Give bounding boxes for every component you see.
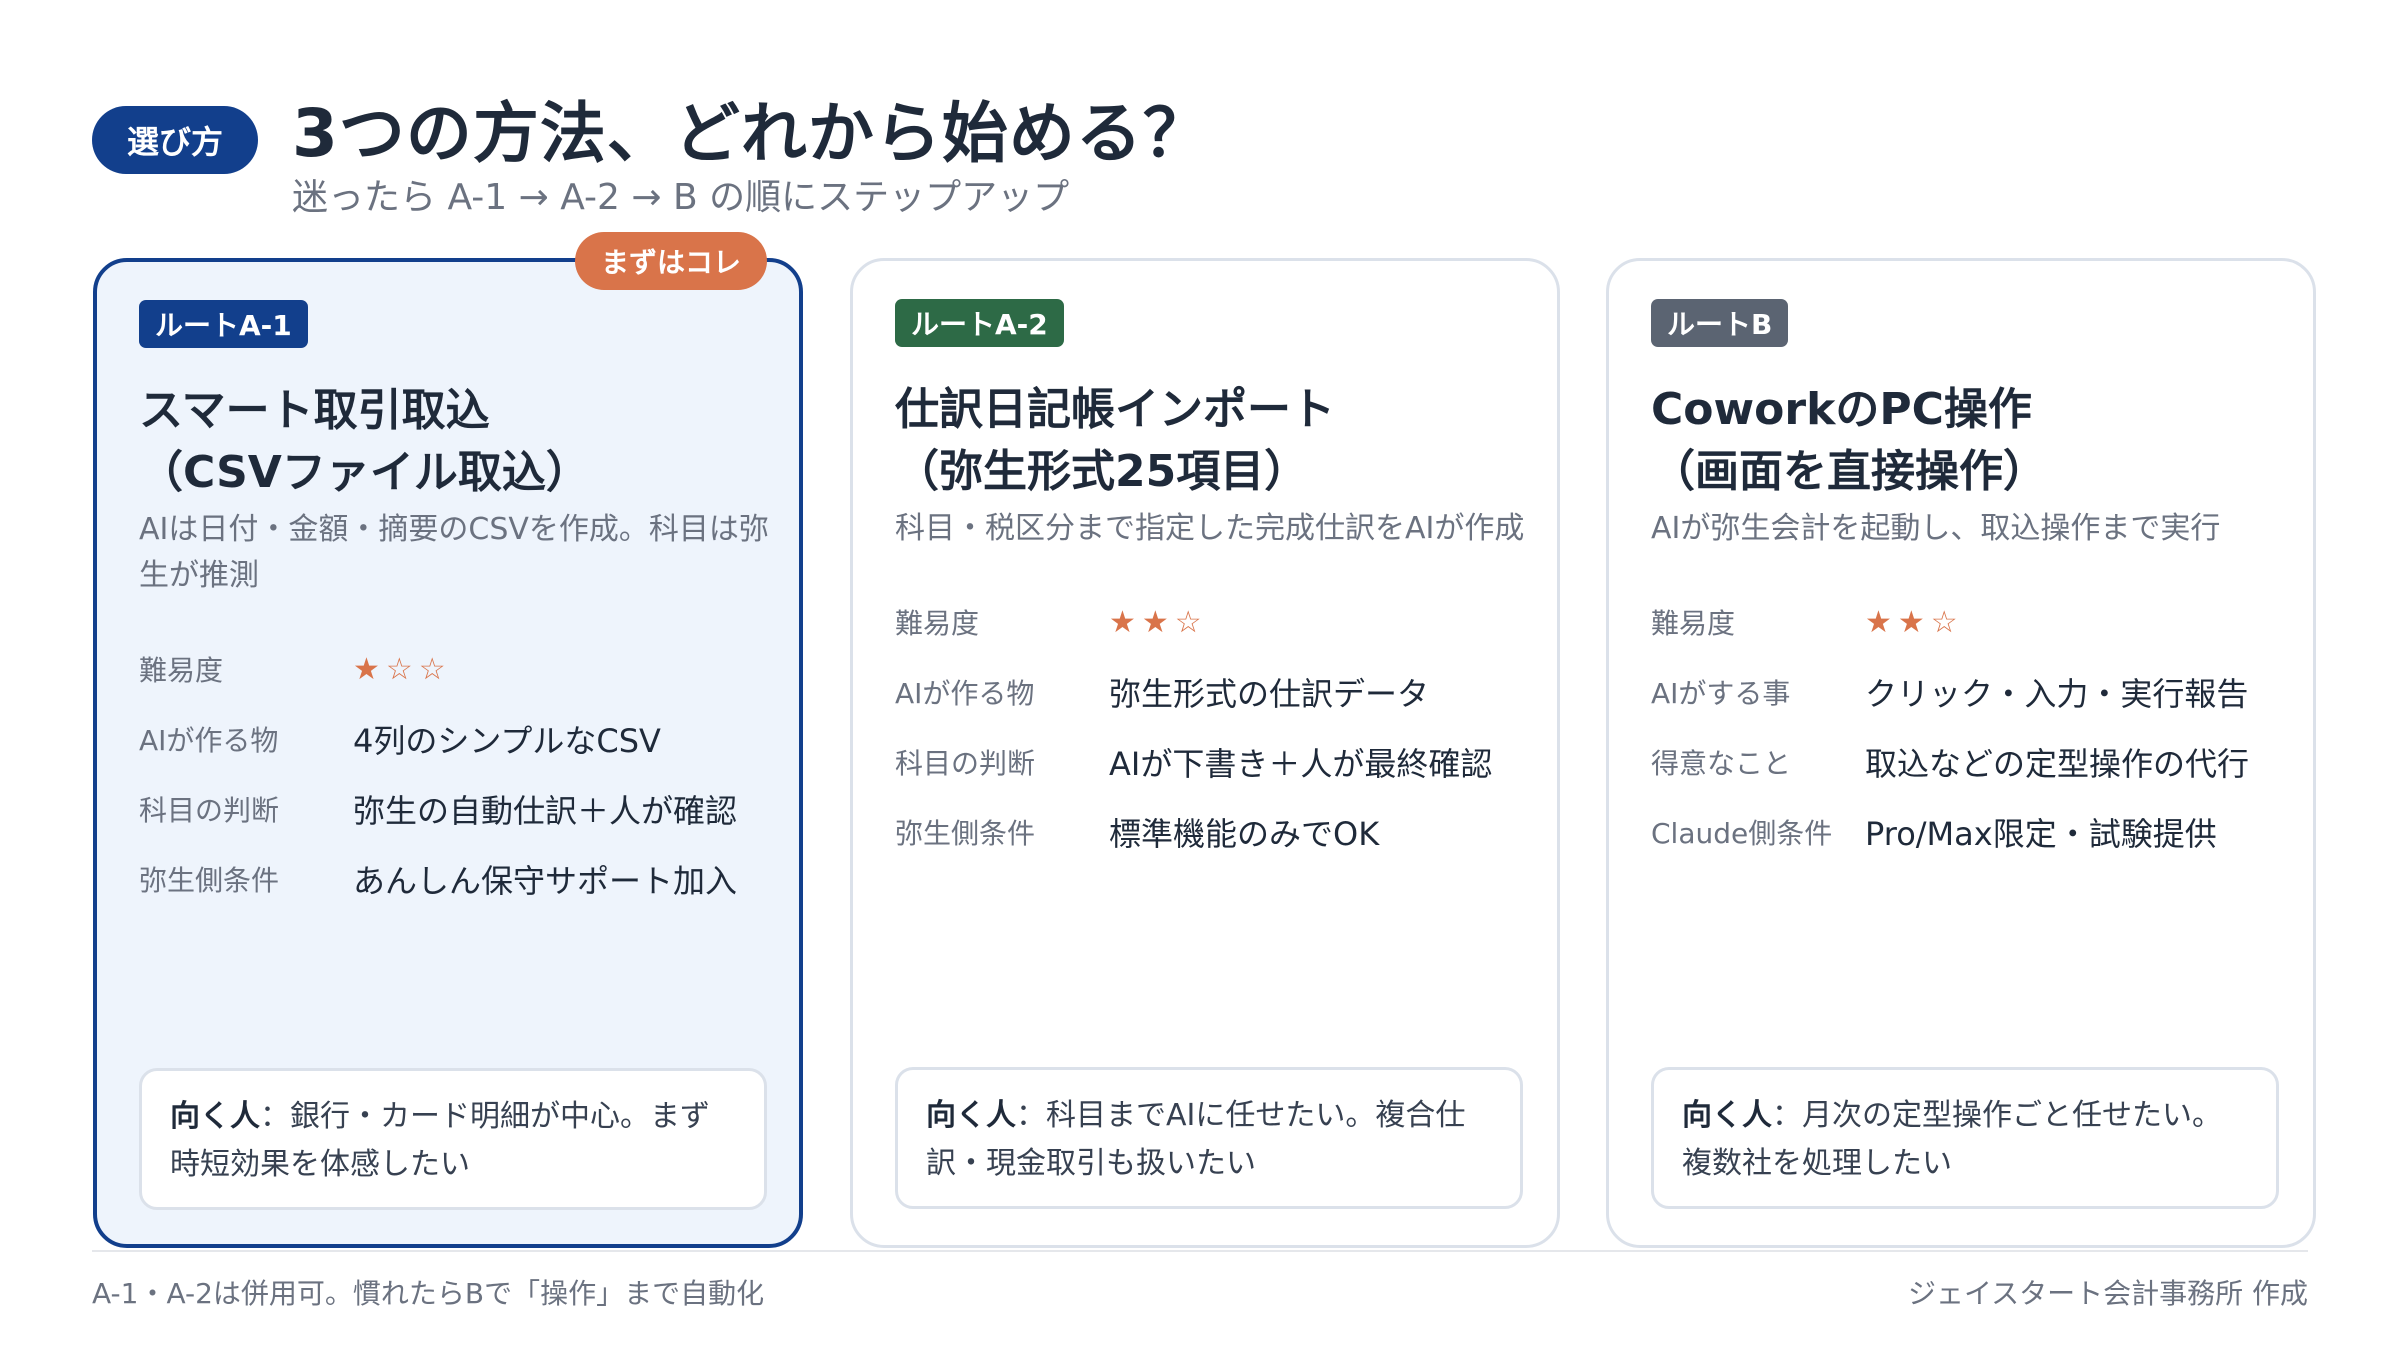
footer-divider [92,1250,2308,1252]
page-subtitle: 迷ったら A-1 → A-2 → B の順にステップアップ [292,177,1070,218]
attribute-label: 難易度 [139,654,224,687]
attribute-row: AIが作る物 4列のシンプルなCSV [139,704,779,774]
attribute-row: 科目の判断 弥生の自動仕訳＋人が確認 [139,774,779,844]
attribute-row: 科目の判断 AIが下書き＋人が最終確認 [895,727,1535,797]
card-title-line1: CoworkのPC操作 [1651,384,2032,435]
attribute-value: 弥生の自動仕訳＋人が確認 [353,792,738,830]
attribute-value: 取込などの定型操作の代行 [1865,745,2250,783]
attribute-label: 得意なこと [1651,747,1792,780]
card-description: AIは日付・金額・摘要のCSVを作成。科目は弥生が推測 [139,512,769,593]
attribute-label: 難易度 [1651,607,1736,640]
footer-credit: ジェイスタート会計事務所 作成 [1907,1277,2308,1310]
target-user-box: 向く人：月次の定型操作ごと任せたい。複数社を処理したい [1651,1067,2279,1209]
route-card-b: ルートB CoworkのPC操作 （画面を直接操作） AIが弥生会計を起動し、取… [1606,258,2316,1248]
attribute-list: 難易度 ★★☆ AIが作る物 弥生形式の仕訳データ 科目の判断 AIが下書き＋人… [895,587,1535,867]
target-user-label: 向く人 [926,1098,1016,1133]
target-user-box: 向く人：科目までAIに任せたい。複合仕訳・現金取引も扱いたい [895,1067,1523,1209]
attribute-label: Claude側条件 [1651,817,1833,850]
attribute-list: 難易度 ★★☆ AIがする事 クリック・入力・実行報告 得意なこと 取込などの定… [1651,587,2291,867]
attribute-row-difficulty: 難易度 ★★☆ [1651,587,2291,657]
route-tag: ルートB [1651,299,1789,347]
attribute-value: 弥生形式の仕訳データ [1109,675,1430,713]
attribute-value: Pro/Max限定・試験提供 [1865,815,2217,853]
difficulty-stars: ★★☆ [1109,604,1208,640]
difficulty-stars: ★★☆ [1865,604,1964,640]
target-user-label: 向く人 [170,1099,260,1134]
attribute-label: 科目の判断 [139,794,280,827]
card-title-line2: （CSVファイル取込） [139,447,590,498]
card-title-line2: （画面を直接操作） [1651,446,2047,497]
route-tag: ルートA-2 [895,299,1064,347]
attribute-row: AIがする事 クリック・入力・実行報告 [1651,657,2291,727]
card-title: スマート取引取込 （CSVファイル取込） [139,380,779,504]
card-title-line1: 仕訳日記帳インポート [895,384,1335,435]
attribute-list: 難易度 ★☆☆ AIが作る物 4列のシンプルなCSV 科目の判断 弥生の自動仕訳… [139,634,779,914]
card-description: AIが弥生会計を起動し、取込操作まで実行 [1651,511,2221,546]
attribute-row: Claude側条件 Pro/Max限定・試験提供 [1651,797,2291,867]
card-title-line1: スマート取引取込 [139,385,490,436]
attribute-label: 難易度 [895,607,980,640]
attribute-row-difficulty: 難易度 ★☆☆ [139,634,779,704]
attribute-row: AIが作る物 弥生形式の仕訳データ [895,657,1535,727]
route-tag: ルートA-1 [139,300,308,348]
attribute-label: 弥生側条件 [139,864,280,897]
recommended-badge: まずはコレ [574,232,767,290]
attribute-label: 科目の判断 [895,747,1036,780]
section-tag: 選び方 [92,106,258,174]
attribute-value: あんしん保守サポート加入 [353,862,738,900]
card-title-line2: （弥生形式25項目） [895,446,1309,497]
page-title: 3つの方法、どれから始める？ [292,95,1210,172]
attribute-label: 弥生側条件 [895,817,1036,850]
attribute-row: 弥生側条件 標準機能のみでOK [895,797,1535,867]
attribute-row: 弥生側条件 あんしん保守サポート加入 [139,844,779,914]
route-card-a1: まずはコレ ルートA-1 スマート取引取込 （CSVファイル取込） AIは日付・… [93,232,803,1248]
attribute-label: AIが作る物 [895,677,1035,710]
footer-note: A-1・A-2は併用可。慣れたらBで「操作」まで自動化 [92,1277,765,1310]
attribute-value: クリック・入力・実行報告 [1865,675,2249,713]
card-description: 科目・税区分まで指定した完成仕訳をAIが作成 [895,511,1525,546]
attribute-value: 標準機能のみでOK [1109,815,1380,853]
attribute-row: 得意なこと 取込などの定型操作の代行 [1651,727,2291,797]
attribute-value: AIが下書き＋人が最終確認 [1109,745,1493,783]
target-user-label: 向く人 [1682,1098,1772,1133]
card-title: 仕訳日記帳インポート （弥生形式25項目） [895,379,1535,503]
target-user-box: 向く人：銀行・カード明細が中心。まず時短効果を体感したい [139,1068,767,1210]
attribute-row-difficulty: 難易度 ★★☆ [895,587,1535,657]
attribute-label: AIがする事 [1651,677,1791,710]
attribute-value: 4列のシンプルなCSV [353,722,661,760]
attribute-label: AIが作る物 [139,724,279,757]
card-title: CoworkのPC操作 （画面を直接操作） [1651,379,2291,503]
difficulty-stars: ★☆☆ [353,651,452,687]
header: 選び方 3つの方法、どれから始める？ 迷ったら A-1 → A-2 → B の順… [92,80,2292,220]
route-card-a2: ルートA-2 仕訳日記帳インポート （弥生形式25項目） 科目・税区分まで指定し… [850,258,1560,1248]
